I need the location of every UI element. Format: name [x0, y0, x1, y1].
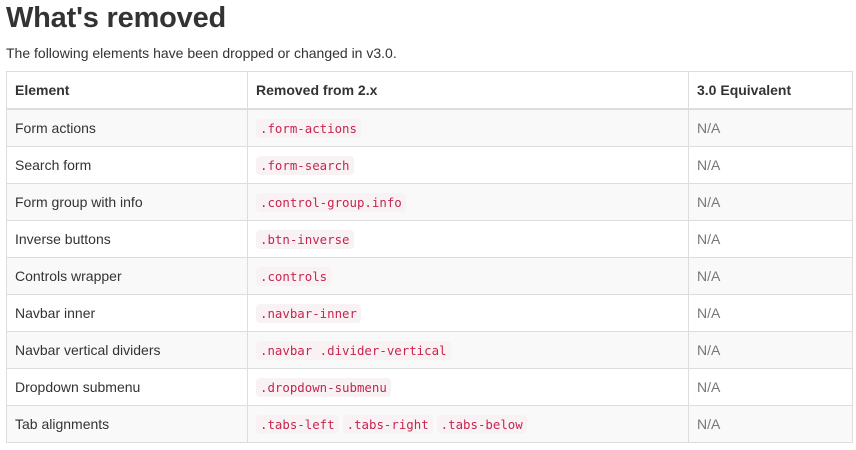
table-row: Form actions .form-actions N/A — [6, 108, 853, 147]
cell-removed: .dropdown-submenu — [247, 368, 689, 406]
cell-element: Navbar inner — [6, 294, 248, 332]
page-content: What's removed The following elements ha… — [6, 0, 853, 443]
cell-removed: .navbar-inner — [247, 294, 689, 332]
class-code: .form-search — [256, 156, 354, 175]
table-header-row: Element Removed from 2.x 3.0 Equivalent — [6, 71, 853, 110]
cell-equivalent: N/A — [688, 108, 853, 147]
removed-elements-table: Element Removed from 2.x 3.0 Equivalent … — [6, 71, 853, 443]
table-row: Inverse buttons .btn-inverse N/A — [6, 220, 853, 258]
class-code: .tabs-left — [256, 415, 339, 434]
cell-element: Navbar vertical dividers — [6, 331, 248, 369]
class-code: .btn-inverse — [256, 230, 354, 249]
cell-element: Search form — [6, 146, 248, 184]
class-code: .navbar .divider-vertical — [256, 341, 451, 360]
cell-element: Tab alignments — [6, 405, 248, 443]
cell-equivalent: N/A — [688, 368, 853, 406]
class-code: .dropdown-submenu — [256, 378, 391, 397]
cell-removed: .navbar .divider-vertical — [247, 331, 689, 369]
class-code: .tabs-below — [436, 415, 527, 434]
class-code: .tabs-right — [342, 415, 433, 434]
table-header: Element Removed from 2.x 3.0 Equivalent — [6, 71, 853, 110]
cell-element: Controls wrapper — [6, 257, 248, 295]
page-title: What's removed — [6, 2, 227, 34]
table-row: Dropdown submenu .dropdown-submenu N/A — [6, 368, 853, 406]
cell-equivalent: N/A — [688, 146, 853, 184]
intro-text: The following elements have been dropped… — [6, 45, 397, 61]
table-row: Form group with info .control-group.info N… — [6, 183, 853, 221]
cell-removed: .form-search — [247, 146, 689, 184]
table-row: Tab alignments .tabs-left .tabs-right .tabs… — [6, 405, 853, 443]
cell-element: Inverse buttons — [6, 220, 248, 258]
cell-removed: .form-actions — [247, 108, 689, 147]
table-body: Form actions .form-actions N/A Search form.… — [6, 108, 853, 443]
cell-element: Dropdown submenu — [6, 368, 248, 406]
class-code: .form-actions — [256, 119, 361, 138]
cell-element: Form actions — [6, 108, 248, 147]
class-code: .control-group.info — [256, 193, 406, 212]
cell-equivalent: N/A — [688, 183, 853, 221]
column-header-removed: Removed from 2.x — [247, 71, 689, 110]
column-header-element: Element — [6, 71, 248, 110]
cell-removed: .controls — [247, 257, 689, 295]
cell-equivalent: N/A — [688, 257, 853, 295]
cell-equivalent: N/A — [688, 220, 853, 258]
class-code: .controls — [256, 267, 332, 286]
table-row: Navbar inner .navbar-inner N/A — [6, 294, 853, 332]
column-header-equivalent: 3.0 Equivalent — [688, 71, 853, 110]
cell-equivalent: N/A — [688, 294, 853, 332]
table-row: Search form .form-search N/A — [6, 146, 853, 184]
cell-removed: .btn-inverse — [247, 220, 689, 258]
cell-equivalent: N/A — [688, 405, 853, 443]
class-code: .navbar-inner — [256, 304, 361, 323]
cell-removed: .control-group.info — [247, 183, 689, 221]
cell-element: Form group with info — [6, 183, 248, 221]
cell-removed: .tabs-left .tabs-right .tabs-below — [247, 405, 689, 443]
table-row: Controls wrapper .controls N/A — [6, 257, 853, 295]
table-row: Navbar vertical dividers .navbar .divider… — [6, 331, 853, 369]
cell-equivalent: N/A — [688, 331, 853, 369]
